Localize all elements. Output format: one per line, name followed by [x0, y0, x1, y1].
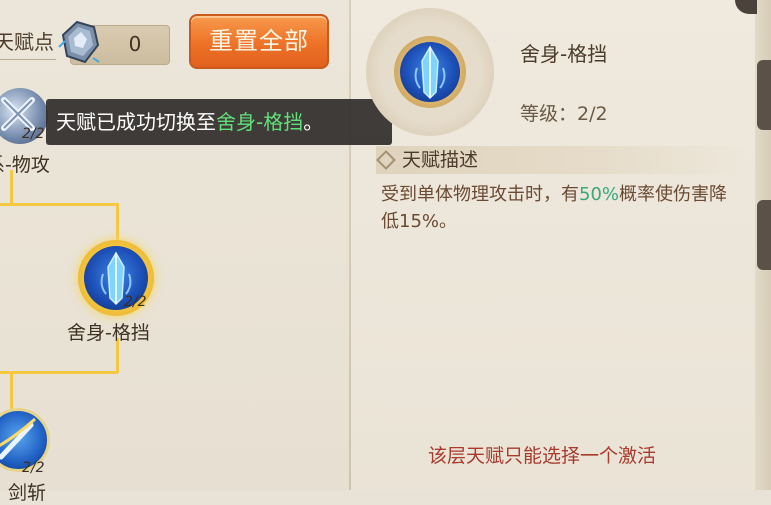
- reset-all-button[interactable]: 重置全部: [189, 14, 329, 69]
- side-tab-middle[interactable]: [757, 200, 771, 270]
- skill-title: 舍身-格挡: [520, 42, 608, 66]
- toast-highlight: 舍身-格挡: [216, 110, 304, 134]
- node-level-label: 2/2: [22, 460, 45, 476]
- toast-prefix: 天赋已成功切换至: [56, 110, 216, 134]
- node-name-label: 系-物攻: [0, 154, 50, 176]
- node-level-label: 2/2: [22, 126, 45, 142]
- tree-connector: [10, 371, 13, 411]
- node-level-label: 2/2: [124, 294, 147, 310]
- panel-divider: [349, 0, 351, 490]
- talent-points-label: 天赋点: [0, 26, 56, 60]
- switch-success-toast: 天赋已成功切换至舍身-格挡。: [46, 99, 392, 145]
- description-header-title: 天赋描述: [402, 149, 479, 171]
- description-percent: 50%: [579, 184, 620, 205]
- node-name-label: 舍身-格挡: [67, 322, 150, 344]
- talent-points-value: 0: [128, 32, 142, 56]
- skill-big-icon: [366, 8, 498, 136]
- description-text-part1: 受到单体物理攻击时，有: [381, 184, 579, 205]
- talent-tree-panel: [0, 0, 350, 490]
- node-name-label: 剑斩: [8, 482, 47, 504]
- side-tab-top[interactable]: [757, 60, 771, 130]
- tree-connector: [0, 203, 118, 206]
- skill-description: 受到单体物理攻击时，有50%概率使伤害降低15%。: [381, 181, 736, 235]
- skill-level: 等级：2/2: [520, 103, 608, 125]
- talent-stone-icon: [58, 20, 100, 64]
- layer-limit-note: 该层天赋只能选择一个激活: [428, 445, 657, 467]
- tree-connector: [116, 203, 119, 243]
- tree-connector: [0, 371, 118, 374]
- toast-suffix: 。: [303, 110, 324, 134]
- blue-crystal-icon: [414, 45, 446, 100]
